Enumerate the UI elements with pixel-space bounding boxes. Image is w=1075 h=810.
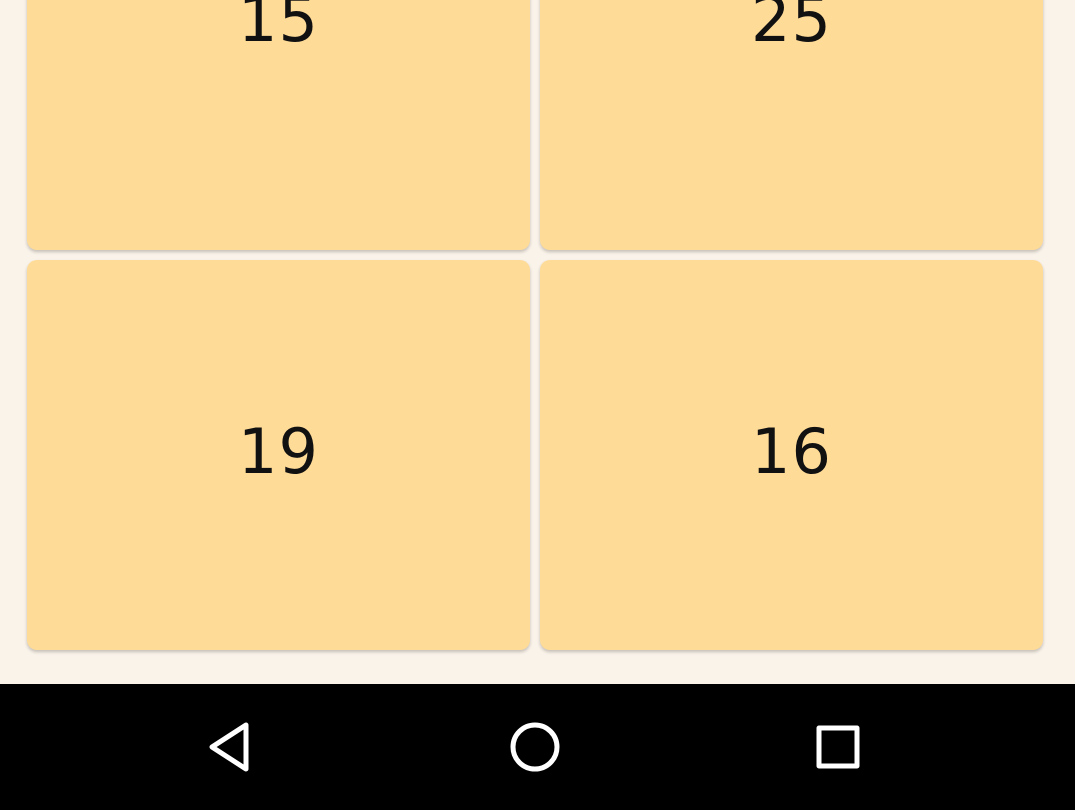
number-tile[interactable]: 19 [27, 260, 530, 650]
android-navigation-bar [0, 684, 1075, 810]
home-circle-icon [510, 722, 560, 772]
tile-number: 15 [238, 0, 319, 56]
tile-number: 16 [751, 414, 832, 488]
tile-number: 19 [238, 414, 319, 488]
recents-button[interactable] [778, 684, 898, 810]
number-tile[interactable]: 25 [540, 0, 1043, 250]
home-button[interactable] [475, 684, 595, 810]
back-triangle-icon [209, 722, 249, 772]
back-button[interactable] [172, 684, 292, 810]
number-tile[interactable]: 15 [27, 0, 530, 250]
recents-square-icon [816, 725, 860, 769]
number-tile[interactable]: 16 [540, 260, 1043, 650]
tile-number: 25 [751, 0, 832, 56]
number-grid: 15 25 19 16 [0, 0, 1075, 684]
